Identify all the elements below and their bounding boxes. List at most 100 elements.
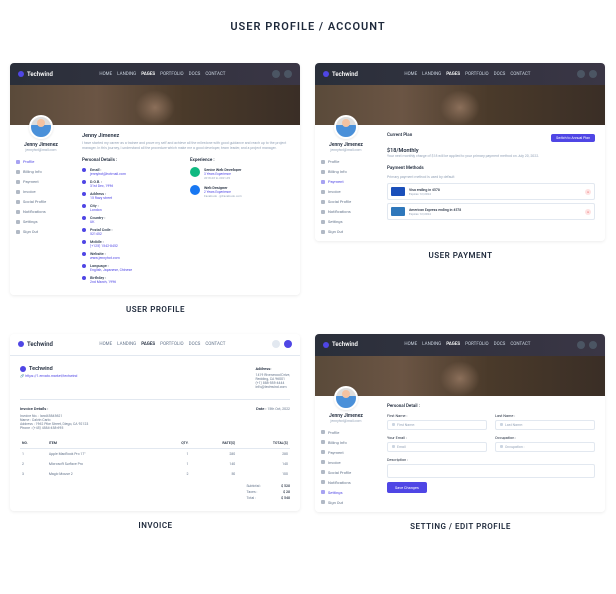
save-button[interactable]: Save Changes — [387, 482, 427, 493]
card-name: Visa ending in 4578 — [409, 188, 440, 192]
nav-home[interactable]: HOME — [99, 72, 112, 77]
menu-billing[interactable]: Billing Info — [16, 168, 66, 175]
menu-signout[interactable]: Sign Out — [321, 228, 371, 235]
menu-billing[interactable]: Billing Info — [321, 439, 371, 446]
search-icon[interactable] — [577, 70, 585, 78]
menu-payment[interactable]: Payment — [16, 178, 66, 185]
avatar-icon[interactable] — [284, 70, 292, 78]
input-occupation[interactable]: Occupation : — [495, 442, 595, 452]
menu-signout[interactable]: Sign Out — [321, 499, 371, 506]
avatar[interactable] — [334, 386, 358, 410]
nav-docs[interactable]: DOCS — [189, 72, 201, 77]
menu-profile[interactable]: Profile — [321, 429, 371, 436]
menu-signout[interactable]: Sign Out — [16, 228, 66, 235]
brand[interactable]: Techwind — [323, 341, 358, 348]
detail-label: Country : — [90, 215, 105, 220]
nav-portfolio[interactable]: PORTFOLIO — [160, 72, 184, 77]
nav-docs[interactable]: DOCS — [189, 342, 201, 347]
input-email[interactable]: Email — [387, 442, 487, 452]
payment-content: Current Plan Switch to Annual Plan $18/M… — [377, 125, 605, 241]
menu-invoice[interactable]: Invoice — [321, 188, 371, 195]
menu-payment[interactable]: Payment — [321, 178, 371, 185]
col-qty: QTY. — [159, 438, 190, 449]
logo-icon — [323, 71, 329, 77]
menu-notif[interactable]: Notifications — [321, 208, 371, 215]
brand[interactable]: Techwind — [18, 71, 53, 78]
input-lastname[interactable]: Last Name: — [495, 420, 595, 430]
invoice-link[interactable]: 🔗 https://1.envato.market/techwind — [20, 374, 77, 378]
avatar-icon[interactable] — [589, 70, 597, 78]
detail-icon — [82, 228, 86, 232]
menu-settings[interactable]: Settings — [321, 489, 371, 496]
nav-contact[interactable]: CONTACT — [205, 72, 225, 77]
menu-billing[interactable]: Billing Info — [321, 168, 371, 175]
user-icon — [392, 423, 395, 426]
detail-icon — [82, 216, 86, 220]
nav-contact[interactable]: CONTACT — [510, 342, 530, 347]
nav-contact[interactable]: CONTACT — [205, 342, 225, 347]
payment-card-visa[interactable]: Visa ending in 4578Expires 12/2024 × — [387, 183, 595, 200]
menu-settings[interactable]: Settings — [16, 218, 66, 225]
methods-sub: Primary payment method is used by defaul… — [387, 175, 595, 179]
user-icon — [500, 423, 503, 426]
search-icon[interactable] — [272, 70, 280, 78]
nav-landing[interactable]: LANDING — [117, 72, 136, 77]
content-name: Jenny Jimenez — [82, 133, 290, 139]
hero-banner — [315, 85, 605, 125]
avatar[interactable] — [334, 115, 358, 139]
nav-contact[interactable]: CONTACT — [510, 72, 530, 77]
menu-notif[interactable]: Notifications — [321, 479, 371, 486]
topnav: Techwind HOME LANDING PAGES PORTFOLIO DOCS CO… — [10, 334, 300, 356]
hero-banner — [315, 356, 605, 396]
search-icon[interactable] — [272, 340, 280, 348]
nav-pages[interactable]: PAGES — [141, 72, 155, 77]
nav-icons — [272, 340, 292, 348]
avatar-icon[interactable] — [284, 340, 292, 348]
delete-card-button[interactable]: × — [585, 189, 591, 195]
details-header: Personal Details : — [82, 158, 182, 163]
card-invoice: Techwind HOME LANDING PAGES PORTFOLIO DOCS CO… — [10, 334, 300, 511]
label-description: Description : — [387, 457, 595, 462]
nav-docs[interactable]: DOCS — [494, 72, 506, 77]
nav-landing[interactable]: LANDING — [117, 342, 136, 347]
card-label: USER PAYMENT — [315, 251, 606, 260]
card-invoice-wrap: Techwind HOME LANDING PAGES PORTFOLIO DOCS CO… — [10, 334, 301, 531]
avatar-icon[interactable] — [589, 341, 597, 349]
delete-card-button[interactable]: × — [585, 209, 591, 215]
input-firstname[interactable]: First Name: — [387, 420, 487, 430]
switch-plan-button[interactable]: Switch to Annual Plan — [551, 134, 595, 142]
nav-pages[interactable]: PAGES — [446, 342, 460, 347]
avatar[interactable] — [29, 115, 53, 139]
menu-settings[interactable]: Settings — [321, 218, 371, 225]
nav-home[interactable]: HOME — [404, 72, 417, 77]
payment-card-amex[interactable]: American Express ending in 4578Expires 1… — [387, 203, 595, 220]
menu-social[interactable]: Social Profile — [321, 469, 371, 476]
logo-icon — [18, 71, 24, 77]
nav-landing[interactable]: LANDING — [422, 72, 441, 77]
nav-landing[interactable]: LANDING — [422, 342, 441, 347]
menu-invoice[interactable]: Invoice — [16, 188, 66, 195]
menu-profile[interactable]: Profile — [321, 158, 371, 165]
nav-portfolio[interactable]: PORTFOLIO — [160, 342, 184, 347]
brand[interactable]: Techwind — [18, 341, 53, 348]
nav-home[interactable]: HOME — [404, 342, 417, 347]
brand[interactable]: Techwind — [323, 71, 358, 78]
menu-payment[interactable]: Payment — [321, 449, 371, 456]
nav-portfolio[interactable]: PORTFOLIO — [465, 72, 489, 77]
menu-notif[interactable]: Notifications — [16, 208, 66, 215]
textarea-description[interactable] — [387, 464, 595, 478]
invoice-address: Address: 1419 Riverwood Drive,Redding, C… — [255, 366, 290, 389]
profile-sidebar: Jenny Jimenez jennyhot@mail.com Profile … — [315, 125, 377, 241]
briefcase-icon — [500, 445, 503, 448]
nav-docs[interactable]: DOCS — [494, 342, 506, 347]
search-icon[interactable] — [577, 341, 585, 349]
menu-profile[interactable]: Profile — [16, 158, 66, 165]
menu-invoice[interactable]: Invoice — [321, 459, 371, 466]
nav-home[interactable]: HOME — [99, 342, 112, 347]
menu-social[interactable]: Social Profile — [321, 198, 371, 205]
card-expiry: Expires 12/2024 — [409, 212, 461, 216]
menu-social[interactable]: Social Profile — [16, 198, 66, 205]
nav-portfolio[interactable]: PORTFOLIO — [465, 342, 489, 347]
nav-pages[interactable]: PAGES — [446, 72, 460, 77]
nav-pages[interactable]: PAGES — [141, 342, 155, 347]
